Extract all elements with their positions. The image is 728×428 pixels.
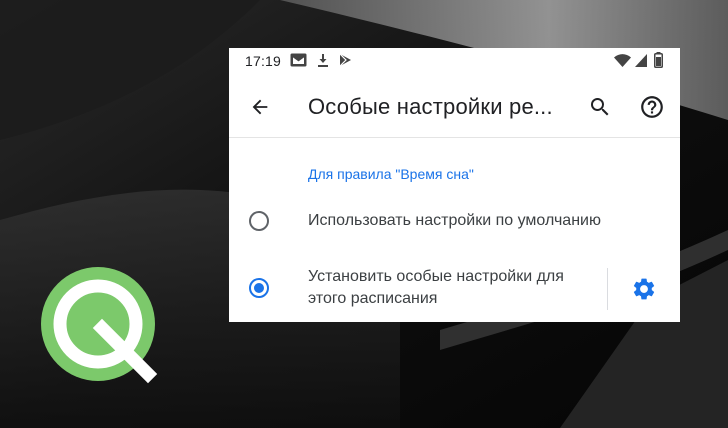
help-icon[interactable] bbox=[639, 94, 665, 120]
download-icon bbox=[318, 54, 328, 67]
app-bar: Особые настройки ре... bbox=[229, 74, 680, 134]
option-label-line1: Установить особые настройки для bbox=[308, 268, 564, 285]
android-q-logo bbox=[41, 267, 158, 384]
arrow-back-icon[interactable] bbox=[249, 96, 271, 118]
radio-unselected-icon[interactable] bbox=[248, 210, 270, 232]
search-icon[interactable] bbox=[588, 95, 612, 119]
section-header: Для правила "Время сна" bbox=[308, 166, 474, 182]
vertical-divider bbox=[607, 268, 608, 310]
radio-selected-icon[interactable] bbox=[248, 277, 270, 299]
gmail-icon bbox=[290, 53, 307, 67]
app-bar-divider bbox=[229, 137, 680, 138]
wifi-icon bbox=[614, 54, 631, 67]
gear-icon[interactable] bbox=[631, 276, 657, 302]
play-store-icon bbox=[339, 53, 351, 67]
option-label: Использовать настройки по умолчанию bbox=[308, 212, 601, 229]
cell-signal-icon bbox=[635, 54, 647, 67]
option-custom-settings[interactable]: Установить особые настройки для этого ра… bbox=[229, 262, 680, 314]
page-title: Особые настройки ре... bbox=[308, 94, 553, 119]
option-label-line2: этого расписания bbox=[308, 290, 438, 307]
status-time: 17:19 bbox=[245, 53, 282, 69]
settings-card: 17:19 Особые настройки ре... Для правила… bbox=[229, 48, 680, 322]
option-default-settings[interactable]: Использовать настройки по умолчанию bbox=[229, 205, 680, 251]
battery-icon bbox=[654, 52, 663, 68]
status-bar: 17:19 bbox=[229, 48, 680, 74]
